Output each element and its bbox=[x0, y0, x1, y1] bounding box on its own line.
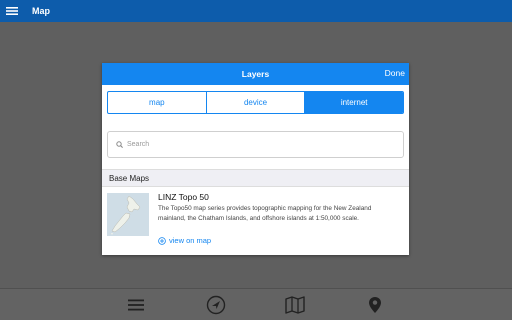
tab-device[interactable]: device bbox=[205, 92, 305, 113]
done-button[interactable]: Done bbox=[385, 68, 405, 78]
folded-map-icon bbox=[285, 296, 305, 314]
layers-dialog: Layers Done map device internet Search B… bbox=[102, 63, 409, 255]
plus-circle-icon bbox=[158, 236, 166, 245]
layer-name: LINZ Topo 50 bbox=[158, 192, 209, 202]
list-item[interactable]: LINZ Topo 50 The Topo50 map series provi… bbox=[102, 187, 409, 253]
tab-internet[interactable]: internet bbox=[304, 92, 403, 113]
search-placeholder: Search bbox=[127, 141, 150, 148]
layer-source-tabs: map device internet bbox=[107, 91, 404, 114]
dialog-title: Layers bbox=[241, 69, 270, 79]
view-on-map-link[interactable]: view on map bbox=[158, 236, 211, 245]
app-bar: Map bbox=[0, 0, 512, 22]
navigation-arrow-icon bbox=[206, 295, 226, 315]
layer-description: The Topo50 map series provides topograph… bbox=[158, 205, 372, 222]
list-button[interactable] bbox=[125, 295, 147, 315]
search-input[interactable]: Search bbox=[107, 131, 404, 158]
dialog-header: Layers Done bbox=[102, 63, 409, 85]
hamburger-menu-icon bbox=[6, 7, 18, 15]
app-title: Map bbox=[32, 6, 50, 16]
tab-map[interactable]: map bbox=[108, 92, 206, 113]
bottom-toolbar bbox=[0, 288, 512, 320]
view-on-map-label: view on map bbox=[169, 236, 212, 245]
maps-button[interactable] bbox=[284, 295, 306, 315]
list-icon bbox=[128, 299, 144, 311]
section-header-base-maps: Base Maps bbox=[102, 169, 409, 187]
new-zealand-map-thumbnail bbox=[107, 193, 149, 236]
search-icon bbox=[116, 141, 123, 148]
section-title: Base Maps bbox=[109, 173, 150, 183]
location-button[interactable] bbox=[364, 295, 386, 315]
navigate-button[interactable] bbox=[205, 295, 227, 315]
location-pin-icon bbox=[369, 297, 381, 313]
menu-button[interactable] bbox=[1, 0, 23, 22]
